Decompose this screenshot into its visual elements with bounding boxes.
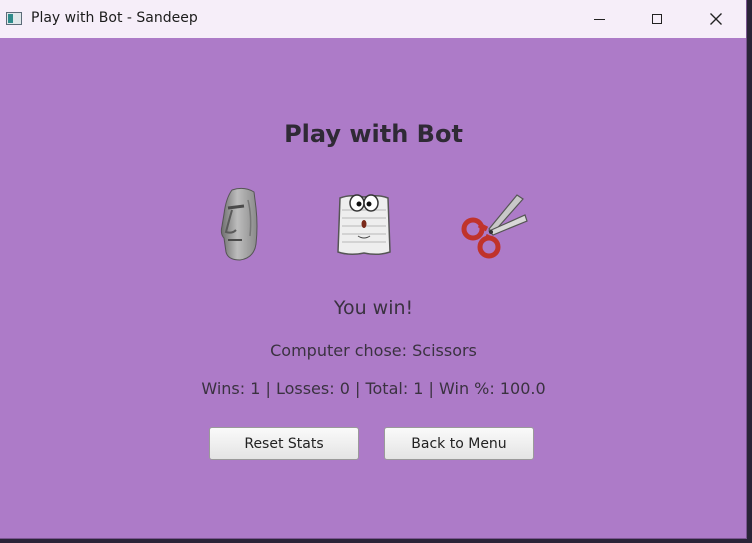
close-button[interactable] [693, 0, 739, 38]
scissors-choice-button[interactable] [454, 184, 534, 264]
scissors-icon [461, 194, 528, 259]
maximize-button[interactable] [634, 0, 680, 38]
maximize-icon [652, 14, 662, 24]
app-icon [6, 12, 22, 25]
back-to-menu-button[interactable]: Back to Menu [384, 427, 534, 460]
minimize-button[interactable] [576, 0, 622, 38]
minimize-icon [593, 18, 605, 20]
paper-choice-button[interactable] [324, 184, 404, 264]
app-window: Play with Bot - Sandeep Play with Bot Yo… [0, 0, 747, 539]
title-bar[interactable]: Play with Bot - Sandeep [0, 0, 746, 38]
stats-text: Wins: 1 | Losses: 0 | Total: 1 | Win %: … [201, 379, 546, 398]
rock-choice-button[interactable] [200, 184, 280, 264]
page-title: Play with Bot [284, 120, 463, 148]
computer-choice-text: Computer chose: Scissors [270, 341, 477, 360]
close-icon [710, 13, 722, 25]
moai-rock-icon [220, 187, 258, 261]
paper-face-icon [337, 194, 391, 256]
window-title: Play with Bot - Sandeep [31, 10, 198, 26]
reset-stats-button[interactable]: Reset Stats [209, 427, 359, 460]
result-text: You win! [333, 297, 414, 319]
